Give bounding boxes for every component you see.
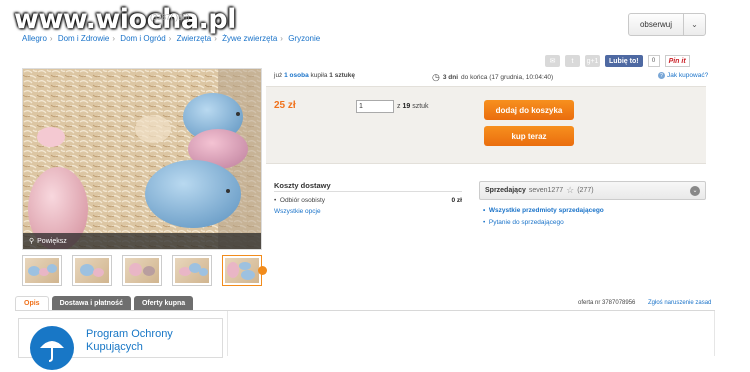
sold-info: już 1 osoba kupiła 1 sztukę	[274, 72, 355, 79]
shipping-divider	[274, 191, 462, 192]
sold-suffix: kupiła	[310, 72, 328, 79]
buy-panel	[266, 86, 706, 164]
breadcrumb-separator: ›	[214, 34, 217, 43]
breadcrumb-separator: ›	[112, 34, 116, 43]
chevron-down-icon[interactable]: ⌄	[683, 14, 705, 35]
seller-all-items-link[interactable]: • Wszystkie przedmioty sprzedającego	[483, 207, 604, 214]
price: 25 zł	[274, 100, 296, 111]
quantity-available: z 19 sztuk	[397, 103, 429, 110]
thumbnail-2[interactable]	[72, 255, 112, 286]
zoom-photo-button[interactable]: ⚲ Powiększ	[23, 233, 261, 249]
time-left-days: 3 dni	[442, 74, 459, 81]
watch-button[interactable]: obserwuj ⌄	[628, 13, 706, 36]
sold-quantity: 1 sztukę	[329, 72, 355, 79]
clock-icon: ◷	[432, 72, 440, 82]
breadcrumb-separator: ›	[280, 34, 283, 43]
breadcrumb-item-dom-ogrod[interactable]: Dom i Ogród	[120, 34, 165, 43]
report-violation-link[interactable]: Zgłoś naruszenie zasad	[648, 300, 711, 306]
shipping-option-row: • Odbiór osobisty 0 zł	[274, 197, 462, 204]
add-to-cart-button[interactable]: dodaj do koszyka	[484, 100, 574, 120]
thumbnail-strip	[22, 255, 262, 286]
breadcrumb-separator: ›	[168, 34, 172, 43]
buyer-protection-umbrella-icon	[30, 326, 74, 370]
google-plus-icon[interactable]: g+1	[585, 55, 600, 67]
thumbnail-5-selected[interactable]	[222, 255, 262, 286]
sold-count-link[interactable]: 1 osoba	[284, 72, 309, 79]
facebook-like-button[interactable]: Lubię to!	[605, 55, 643, 67]
offer-number: oferta nr 3787078956	[578, 300, 636, 306]
facebook-like-count: 0	[647, 55, 660, 67]
magnifier-icon: ⚲	[29, 238, 35, 245]
seller-name[interactable]: seven1277	[529, 187, 563, 194]
offer-tabs: Opis Dostawa i płatność Oferty kupna	[15, 296, 194, 311]
hamsters-photo-image	[23, 69, 261, 249]
qty-unit: sztuk	[412, 103, 429, 110]
shipping-option-label: • Odbiór osobisty	[274, 197, 326, 204]
seller-label: Sprzedający	[485, 187, 526, 194]
breadcrumb-separator: ›	[49, 34, 53, 43]
thumbnail-1[interactable]	[22, 255, 62, 286]
shipping-title: Koszty dostawy	[274, 181, 331, 190]
sold-prefix: już	[274, 72, 283, 79]
star-icon: ☆	[566, 185, 575, 195]
qty-total: 19	[402, 103, 411, 110]
breadcrumb-item-zwierzeta[interactable]: Zwierzęta	[177, 34, 212, 43]
breadcrumb-item-allegro[interactable]: Allegro	[22, 34, 47, 43]
chevron-down-icon[interactable]: ⌄	[690, 185, 700, 196]
tab-purchase-offers[interactable]: Oferty kupna	[133, 296, 194, 311]
thumbnail-3[interactable]	[122, 255, 162, 286]
twitter-icon[interactable]: t	[565, 55, 580, 67]
buyer-protection-title: Program Ochrony Kupujących	[86, 328, 173, 353]
zoom-label: Powiększ	[37, 237, 67, 245]
time-remaining: ◷ 3 dni do końca (17 grudnia, 10:04:40)	[432, 72, 553, 83]
email-icon[interactable]: ✉	[545, 55, 560, 67]
breadcrumb-item-dom-zdrowie[interactable]: Dom i Zdrowie	[58, 34, 110, 43]
how-to-buy-label: Jak kupować?	[667, 72, 709, 79]
site-logo-watermark: www.wiocha.pl	[14, 4, 236, 35]
share-bar: ✉ t g+1 Lubię to! 0 Pin it	[545, 55, 690, 67]
breadcrumb-item-gryzonie[interactable]: Gryzonie	[288, 34, 320, 43]
ask-seller-link[interactable]: • Pytanie do sprzedającego	[483, 219, 564, 226]
seller-rating: (277)	[577, 187, 594, 194]
selected-thumbnail-indicator	[258, 266, 267, 275]
tab-delivery-payment[interactable]: Dostawa i płatność	[51, 296, 131, 311]
seller-box[interactable]: Sprzedający seven1277 ☆ (277) ⌄	[479, 181, 706, 200]
quantity-input[interactable]: 1	[356, 100, 394, 113]
breadcrumb: Allegro › Dom i Zdrowie › Dom i Ogród › Zwi…	[22, 34, 320, 43]
qty-prefix: z	[397, 103, 401, 110]
thumbnail-4[interactable]	[172, 255, 212, 286]
description-panel	[227, 311, 715, 356]
offer-title-faded: (3787( )56)	[150, 13, 190, 22]
watch-button-label: obserwuj	[639, 20, 672, 29]
main-product-photo[interactable]	[22, 68, 262, 250]
shipping-option-cost: 0 zł	[451, 197, 462, 204]
buy-now-button[interactable]: kup teraz	[484, 126, 574, 146]
breadcrumb-item-zywe-zwierzeta[interactable]: Żywe zwierzęta	[222, 34, 277, 43]
help-icon: ?	[658, 72, 665, 79]
all-shipping-options-link[interactable]: Wszystkie opcje	[274, 208, 321, 215]
how-to-buy-link[interactable]: ? Jak kupować?	[658, 72, 708, 79]
time-left-details: do końca (17 grudnia, 10:04:40)	[461, 74, 554, 81]
pinterest-button[interactable]: Pin it	[664, 55, 690, 67]
tab-description[interactable]: Opis	[15, 296, 49, 311]
